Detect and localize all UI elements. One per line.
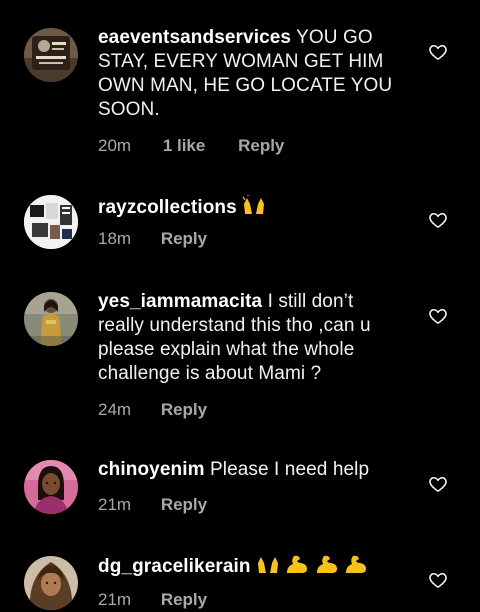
comment-meta: 20m 1 like Reply	[98, 136, 403, 156]
comment-meta: 18m Reply	[98, 229, 403, 249]
raising-hands-emoji-icon	[242, 195, 265, 214]
flexed-biceps-emoji-icon	[316, 555, 337, 573]
comment-time: 24m	[98, 400, 132, 419]
comment-text: rayzcollections	[98, 195, 403, 220]
comment-likes[interactable]: 1 like	[163, 136, 206, 156]
comment-username[interactable]: dg_gracelikerain	[98, 556, 251, 577]
comment-text: yes_iammamacita I still don’t really und…	[98, 290, 403, 386]
avatar[interactable]	[24, 195, 78, 249]
avatar[interactable]	[24, 556, 78, 610]
flexed-biceps-emoji-icon	[287, 555, 308, 573]
reply-button[interactable]: Reply	[161, 590, 207, 610]
comment-text: chinoyenim Please I need help	[98, 458, 403, 482]
flexed-biceps-emoji-icon	[346, 555, 367, 573]
comment-meta: 24m Reply	[98, 400, 403, 420]
comment-time: 21m	[98, 590, 132, 609]
comment-time: 21m	[98, 495, 132, 514]
comment-text: eaeventsandservices YOU GO STAY, EVERY W…	[98, 26, 403, 122]
avatar[interactable]	[24, 460, 78, 514]
avatar[interactable]	[24, 28, 78, 82]
comment-time: 18m	[98, 229, 132, 248]
comment-username[interactable]: eaeventsandservices	[98, 27, 291, 48]
heart-icon[interactable]	[428, 306, 448, 326]
comment-body: Please I need help	[209, 459, 370, 480]
comment-time: 20m	[98, 136, 132, 155]
comment-text: dg_gracelikerain	[98, 554, 403, 579]
reply-button[interactable]: Reply	[161, 400, 207, 420]
avatar[interactable]	[24, 292, 78, 346]
heart-icon[interactable]	[428, 210, 448, 230]
reply-button[interactable]: Reply	[161, 229, 207, 249]
comment-meta: 21m Reply	[98, 590, 403, 610]
heart-icon[interactable]	[428, 570, 448, 590]
reply-button[interactable]: Reply	[161, 495, 207, 515]
reply-button[interactable]: Reply	[238, 136, 284, 156]
heart-icon[interactable]	[428, 474, 448, 494]
comment-username[interactable]: chinoyenim	[98, 459, 205, 480]
comment-meta: 21m Reply	[98, 495, 403, 515]
heart-icon[interactable]	[428, 42, 448, 62]
raising-hands-emoji-icon	[258, 557, 279, 573]
comment-username[interactable]: rayzcollections	[98, 197, 237, 218]
comment-username[interactable]: yes_iammamacita	[98, 291, 262, 312]
